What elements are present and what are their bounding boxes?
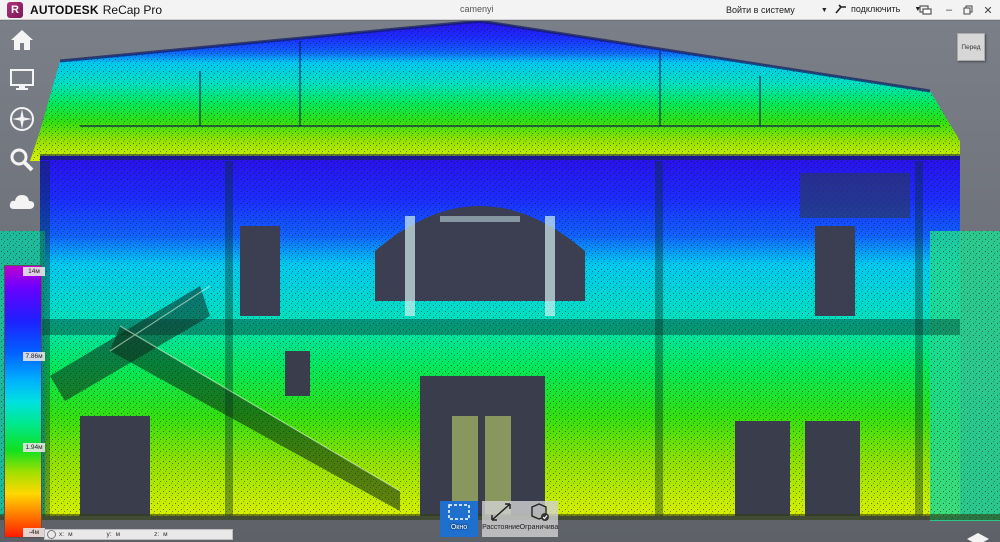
restore-button[interactable]: [961, 3, 975, 17]
recap-window: R AUTODESK ReCap Pro camenyi Войти в сис…: [0, 0, 1000, 542]
coordinate-readout: x: м y: м z: м: [44, 529, 233, 540]
distance-icon: [491, 503, 511, 521]
connect-label: подключить: [851, 4, 901, 14]
title-bar: R AUTODESK ReCap Pro camenyi Войти в сис…: [0, 0, 1000, 20]
minimize-button[interactable]: –: [942, 3, 956, 17]
point-cloud-viewport[interactable]: Перед: [0, 21, 1000, 542]
search-button[interactable]: [7, 145, 37, 175]
limit-box-tool[interactable]: Ограничива: [520, 501, 558, 537]
x-value: м: [68, 531, 73, 538]
recap-logo-icon: R: [7, 1, 23, 18]
compass-icon: [10, 107, 34, 131]
legend-min-label: -4м: [23, 528, 45, 537]
limit-box-tool-label: Ограничива: [519, 524, 559, 531]
cloud-button[interactable]: [7, 186, 37, 216]
signin-label: Войти в систему: [726, 5, 795, 15]
search-icon: [10, 148, 34, 172]
coordinate-system-icon: [47, 530, 56, 539]
app-brand: AUTODESK: [30, 2, 99, 17]
chat-icon: [918, 4, 932, 15]
project-name: camenyi: [460, 4, 494, 14]
window-select-icon: [448, 504, 470, 520]
window-tool-label: Окно: [450, 524, 468, 531]
feedback-button[interactable]: [918, 3, 932, 17]
y-label: y:: [106, 531, 112, 538]
distance-tool[interactable]: Расстояние: [482, 501, 520, 537]
y-value: м: [115, 531, 121, 538]
window-select-tool[interactable]: Окно: [440, 501, 478, 537]
z-value: м: [163, 531, 168, 538]
app-product-name: ReCap Pro: [102, 2, 163, 17]
monitor-icon: [10, 69, 34, 90]
home-button[interactable]: [7, 25, 37, 55]
close-button[interactable]: ✕: [981, 3, 995, 17]
legend-lower-label: 1.94м: [23, 443, 45, 452]
layers-icon: [967, 533, 989, 542]
z-label: z:: [154, 531, 160, 538]
close-icon: ✕: [983, 4, 993, 17]
minimize-icon: –: [945, 4, 953, 16]
connect-dropdown[interactable]: подключить ▼: [835, 4, 921, 14]
distance-tool-label: Расстояние: [482, 524, 520, 531]
limit-box-icon: [531, 503, 549, 521]
navigation-button[interactable]: [7, 104, 37, 134]
point-cloud-scan: [0, 21, 1000, 521]
display-settings-button[interactable]: [7, 64, 37, 94]
legend-max-label: 14м: [23, 267, 45, 276]
elevation-legend: 14м 7.86м 1.94м -4м: [4, 265, 45, 538]
cloud-icon: [9, 195, 35, 209]
legend-upper-label: 7.86м: [23, 352, 45, 361]
view-cube[interactable]: Перед: [957, 33, 985, 61]
view-cube-label: Перед: [961, 43, 981, 51]
layers-button[interactable]: [965, 529, 991, 542]
signin-dropdown[interactable]: Войти в систему ▼: [726, 5, 828, 15]
restore-icon: [963, 5, 973, 15]
connect-icon: [835, 4, 846, 14]
x-label: x:: [59, 531, 65, 538]
home-icon: [11, 30, 33, 50]
chevron-down-icon: ▼: [820, 6, 828, 14]
